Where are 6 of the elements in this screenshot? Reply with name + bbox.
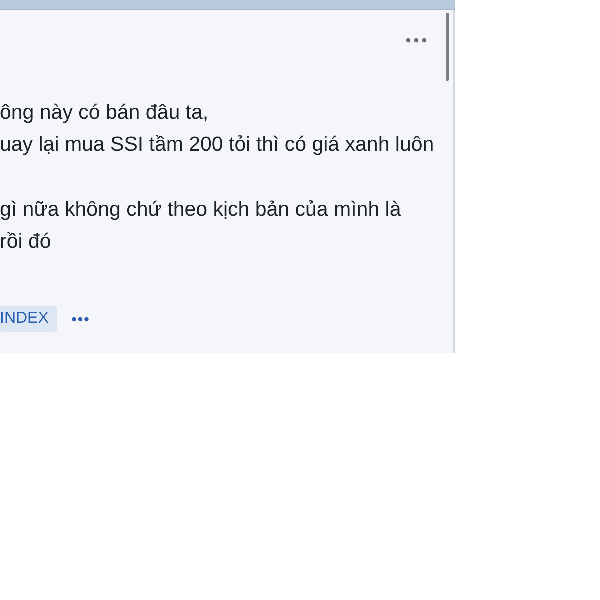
more-icon[interactable] (406, 38, 427, 43)
post-text: gì nữa không chứ theo kịch bản của mình là rồi đó (0, 197, 402, 255)
scrollbar[interactable] (446, 13, 449, 81)
tag-link[interactable]: INDEX (0, 306, 57, 332)
more-icon[interactable] (72, 316, 89, 322)
post-text: ông này có bán đâu ta, uay lại mua SSI tầm 200 tỏi thì có giá xanh luôn (0, 100, 434, 158)
